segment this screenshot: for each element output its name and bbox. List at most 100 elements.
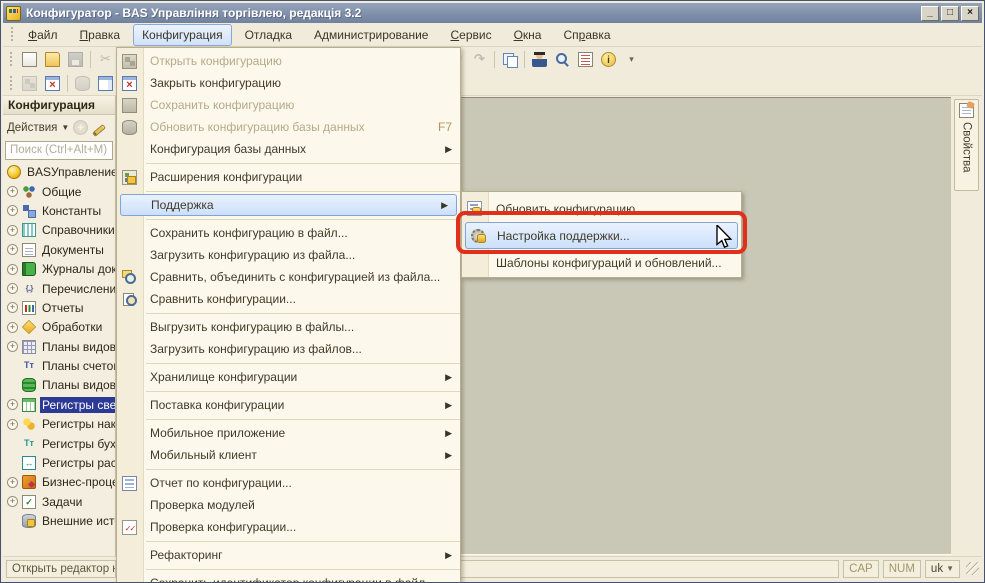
expand-icon[interactable]: +	[7, 186, 18, 197]
expand-icon[interactable]: +	[7, 477, 18, 488]
wizard-button[interactable]	[528, 49, 551, 70]
calculation-types-icon	[22, 378, 36, 392]
config-menu-item-4[interactable]: Конфигурация базы данных▶	[117, 138, 460, 160]
edit-pencil-icon[interactable]	[92, 124, 106, 137]
toolbar-options-button[interactable]	[620, 49, 643, 70]
syntax-check-button[interactable]	[574, 49, 597, 70]
tree-item-11[interactable]: Планы видов расчета	[3, 376, 115, 395]
toolbar1-grip[interactable]	[8, 52, 15, 68]
config-menu-item-12[interactable]: Сравнить, объединить с конфигурацией из …	[117, 266, 460, 288]
config-menu-item-6[interactable]: Расширения конфигурации	[117, 166, 460, 188]
add-icon[interactable]	[73, 120, 88, 135]
properties-tab-label: Свойства	[961, 122, 973, 173]
copy-button[interactable]	[498, 49, 521, 70]
tree-item-14[interactable]: Регистры бухгалтерии	[3, 434, 115, 453]
menubar-item-6[interactable]: Окна	[505, 24, 551, 46]
tree-item-15[interactable]: Регистры расчета	[3, 453, 115, 472]
tree-item-1[interactable]: +Общие	[3, 182, 115, 201]
menubar-grip[interactable]	[9, 27, 16, 43]
expand-icon[interactable]: +	[7, 322, 18, 333]
toolbar2-grip[interactable]	[8, 76, 15, 92]
right-panel-strip: Свойства	[951, 96, 982, 556]
config-report-icon	[122, 476, 137, 491]
tree-item-3[interactable]: +Справочники	[3, 221, 115, 240]
menubar-item-4[interactable]: Администрирование	[305, 24, 437, 46]
menubar-item-5[interactable]: Сервис	[441, 24, 500, 46]
external-sources-icon	[22, 514, 36, 528]
config-menu-item-31[interactable]: Сохранить идентификатор конфигурации в ф…	[117, 572, 460, 583]
search-input[interactable]	[5, 141, 113, 160]
menubar-item-7[interactable]: Справка	[554, 24, 619, 46]
config-menu-item-3: Обновить конфигурацию базы данныхF7	[117, 116, 460, 138]
tree-item-label: Внешние источники данных	[40, 513, 116, 529]
tree-item-2[interactable]: +Константы	[3, 201, 115, 220]
config-menu-item-11[interactable]: Загрузить конфигурацию из файла...	[117, 244, 460, 266]
menubar: ФайлПравкаКонфигурацияОтладкаАдминистрир…	[3, 23, 982, 47]
expand-icon[interactable]: +	[7, 225, 18, 236]
tree-item-17[interactable]: +Задачи	[3, 492, 115, 511]
config-menu-item-25[interactable]: Отчет по конфигурации...	[117, 472, 460, 494]
tree-item-label: BASУправление	[25, 164, 116, 180]
config-menu-item-29[interactable]: Рефакторинг▶	[117, 544, 460, 566]
tree-item-12[interactable]: +Регистры сведений	[3, 395, 115, 414]
close-button[interactable]: ×	[961, 6, 979, 21]
menubar-item-2[interactable]: Конфигурация	[133, 24, 232, 46]
expand-icon[interactable]: +	[7, 341, 18, 352]
new-doc-button[interactable]	[18, 49, 41, 70]
expand-icon[interactable]: +	[7, 264, 18, 275]
config-menu-item-26[interactable]: Проверка модулей	[117, 494, 460, 516]
tree-item-7[interactable]: +Отчеты	[3, 298, 115, 317]
config-menu-item-1[interactable]: Закрыть конфигурацию	[117, 72, 460, 94]
open-folder-button[interactable]	[41, 49, 64, 70]
menubar-item-1[interactable]: Правка	[71, 24, 130, 46]
documents-icon	[22, 243, 36, 257]
config-window-button[interactable]	[94, 73, 117, 94]
open-config-button	[18, 73, 41, 94]
tree-item-0[interactable]: BASУправление	[3, 163, 115, 182]
open-folder-icon	[45, 52, 60, 67]
tree-item-label: Регистры бухгалтерии	[40, 436, 116, 452]
menubar-item-0[interactable]: Файл	[19, 24, 67, 46]
configurator-window: Конфигуратор - BAS Управління торгівлею,…	[0, 0, 985, 583]
config-menu-item-27[interactable]: Проверка конфигурации...	[117, 516, 460, 538]
actions-button[interactable]: Действия	[7, 122, 57, 134]
close-config-window-button[interactable]	[41, 73, 64, 94]
configuration-panel: Конфигурация Действия ▼ BASУправление+Об…	[3, 96, 116, 556]
maximize-button[interactable]: □	[941, 6, 959, 21]
language-selector[interactable]: uk ▼	[925, 560, 960, 578]
tree-item-10[interactable]: Планы счетов	[3, 356, 115, 375]
config-menu-item-18[interactable]: Хранилище конфигурации▶	[117, 366, 460, 388]
minimize-button[interactable]: _	[921, 6, 939, 21]
search-help-button[interactable]	[551, 49, 574, 70]
config-menu-item-10[interactable]: Сохранить конфигурацию в файл...	[117, 222, 460, 244]
tree-item-9[interactable]: +Планы видов характеристик	[3, 337, 115, 356]
expand-icon[interactable]: +	[7, 205, 18, 216]
expand-icon[interactable]: +	[7, 283, 18, 294]
config-menu-item-16[interactable]: Загрузить конфигурацию из файлов...	[117, 338, 460, 360]
expand-icon[interactable]: +	[7, 496, 18, 507]
tree-item-6[interactable]: +Перечисления	[3, 279, 115, 298]
tree-item-8[interactable]: +Обработки	[3, 318, 115, 337]
menu-item-label: Загрузить конфигурацию из файлов...	[150, 342, 362, 356]
config-menu-item-20[interactable]: Поставка конфигурации▶	[117, 394, 460, 416]
expand-icon[interactable]: +	[7, 244, 18, 255]
compare-merge-icon	[122, 270, 137, 285]
tree-item-16[interactable]: +Бизнес-процессы	[3, 473, 115, 492]
info-button[interactable]	[597, 49, 620, 70]
config-menu-item-8[interactable]: Поддержка▶	[120, 194, 457, 216]
tree-item-18[interactable]: Внешние источники данных	[3, 512, 115, 531]
config-menu-item-22[interactable]: Мобильное приложение▶	[117, 422, 460, 444]
config-menu-item-13[interactable]: Сравнить конфигурации...	[117, 288, 460, 310]
tree-item-5[interactable]: +Журналы документов	[3, 259, 115, 278]
tree-item-label: Планы видов расчета	[40, 377, 116, 393]
tree-item-4[interactable]: +Документы	[3, 240, 115, 259]
expand-icon[interactable]: +	[7, 399, 18, 410]
tree-item-13[interactable]: +Регистры накопления	[3, 415, 115, 434]
config-menu-item-15[interactable]: Выгрузить конфигурацию в файлы...	[117, 316, 460, 338]
menubar-item-3[interactable]: Отладка	[236, 24, 301, 46]
config-menu-item-23[interactable]: Мобильный клиент▶	[117, 444, 460, 466]
expand-icon[interactable]: +	[7, 302, 18, 313]
properties-tab[interactable]: Свойства	[954, 99, 979, 191]
expand-icon[interactable]: +	[7, 419, 18, 430]
resize-grip[interactable]	[966, 562, 979, 575]
